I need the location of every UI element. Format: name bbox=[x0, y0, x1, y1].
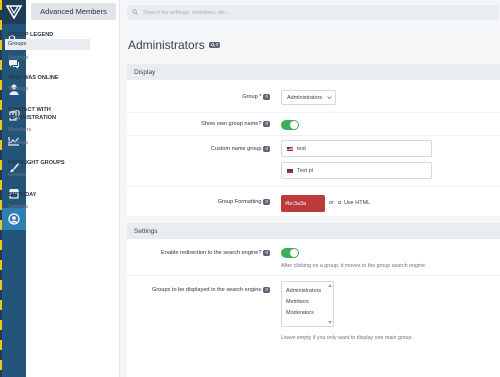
displayed-groups-help: Leave empty if you only want to display … bbox=[281, 335, 413, 341]
group-select[interactable]: Administrators bbox=[281, 90, 336, 105]
list-item[interactable]: Members bbox=[286, 297, 329, 308]
redirect-label: Enable redirection to the search engine?… bbox=[161, 250, 270, 256]
redirect-toggle[interactable] bbox=[281, 248, 299, 258]
search-input[interactable]: Search for settings, members, etc... bbox=[143, 10, 230, 16]
members-circle-icon[interactable] bbox=[2, 208, 26, 230]
id-badge: 0 bbox=[208, 42, 221, 48]
or-use-html: or Use HTML bbox=[329, 200, 371, 206]
id-badge: 0 bbox=[263, 146, 270, 152]
scroll-up-icon[interactable] bbox=[328, 284, 332, 287]
divider bbox=[127, 135, 500, 136]
list-item[interactable]: Administrators bbox=[286, 286, 329, 297]
section-header-settings: Settings bbox=[127, 223, 500, 239]
logo-icon[interactable] bbox=[2, 0, 26, 24]
flag-pl-icon bbox=[287, 168, 293, 173]
formatting-label: Group Formatting 0 bbox=[217, 199, 270, 205]
list-item[interactable]: Moderators bbox=[286, 308, 329, 319]
sidebar-link-groups[interactable]: Groups bbox=[5, 39, 90, 50]
checkbox[interactable] bbox=[338, 201, 342, 204]
sidebar-link-groups[interactable]: Groups bbox=[8, 172, 26, 179]
sidebar-header[interactable]: Advanced Members bbox=[31, 3, 116, 20]
id-badge: 0 bbox=[263, 250, 270, 256]
displayed-groups-label: Groups to be displayed in the search eng… bbox=[152, 287, 270, 293]
redirect-help: After clicking on a group, it moves to t… bbox=[281, 263, 427, 269]
sidebar-group-title: HIGHLIGHT GROUPS bbox=[8, 160, 65, 166]
search-icon bbox=[210, 43, 215, 47]
show-own-toggle[interactable] bbox=[281, 120, 299, 130]
search-icon bbox=[132, 8, 138, 17]
group-label: Group * 0 bbox=[242, 94, 270, 100]
divider bbox=[127, 275, 500, 276]
sidebar-group-title: BIRTHDAY bbox=[8, 192, 37, 198]
divider bbox=[127, 186, 500, 187]
secondary-sidebar: Advanced Members bbox=[26, 0, 120, 377]
sidebar-link-settings[interactable]: Settings bbox=[8, 140, 28, 147]
sidebar-link-members[interactable]: Members bbox=[8, 127, 31, 134]
sidebar-group-title: WHO WAS ONLINE bbox=[8, 75, 59, 81]
divider bbox=[127, 112, 500, 113]
sidebar-link-settings[interactable]: Settings bbox=[8, 204, 28, 211]
custom-name-label: Custom name group 0 bbox=[210, 146, 270, 152]
sidebar-group-title: GROUP LEGEND bbox=[8, 32, 54, 38]
id-badge: 0 bbox=[263, 121, 270, 127]
chevron-down-icon bbox=[327, 96, 332, 99]
search-bar[interactable]: Search for settings, members, etc... bbox=[127, 5, 499, 20]
id-badge: 0 bbox=[263, 199, 270, 205]
formatting-color-input[interactable]: #bc3a3a bbox=[281, 195, 325, 212]
displayed-groups-select[interactable]: Administrators Members Moderators bbox=[281, 281, 334, 327]
sidebar-link-settings[interactable]: Settings bbox=[8, 86, 28, 93]
flag-us-icon bbox=[287, 146, 293, 151]
id-badge: 0 bbox=[263, 287, 270, 293]
show-own-label: Show own group name? 0 bbox=[201, 121, 270, 127]
sidebar-group-title: CONTACT WITH ADMINISTRATION bbox=[8, 107, 57, 121]
page-title: Administrators 0 bbox=[128, 38, 221, 52]
custom-name-input-pl[interactable]: Test pl bbox=[281, 162, 432, 179]
scroll-down-icon[interactable] bbox=[328, 321, 332, 324]
id-badge: 0 bbox=[263, 94, 270, 100]
section-header-display: Display bbox=[127, 64, 500, 80]
custom-name-input-en[interactable]: test bbox=[281, 140, 432, 157]
sidebar-link-settings[interactable]: Settings bbox=[8, 55, 28, 62]
top-bar: Search for settings, members, etc... bbox=[120, 0, 500, 26]
